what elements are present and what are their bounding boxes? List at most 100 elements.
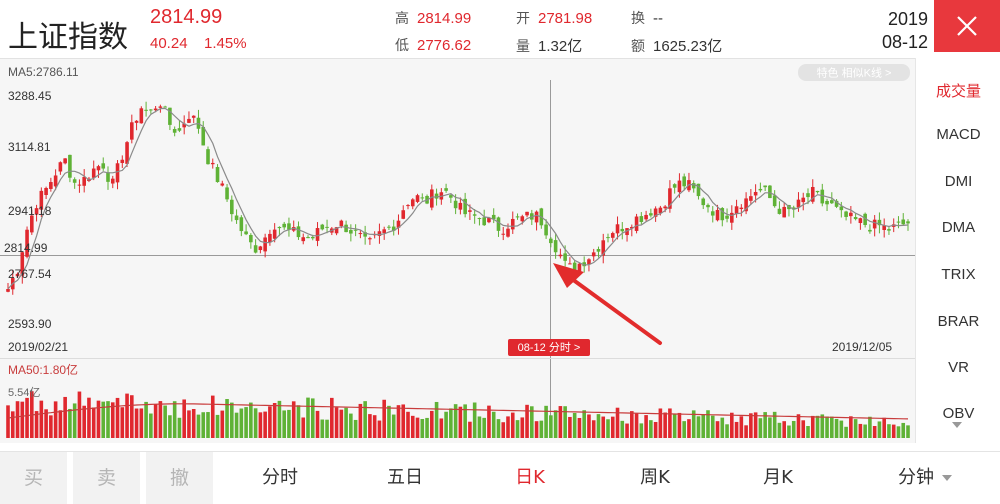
- volume-bar: [734, 421, 739, 438]
- candle-body: [844, 211, 848, 217]
- candle-body: [691, 183, 696, 189]
- candle-body: [758, 188, 763, 191]
- volume-bar: [510, 412, 515, 438]
- volume-bar: [515, 420, 520, 438]
- candle-body: [230, 199, 234, 215]
- candle-body: [672, 184, 677, 188]
- indicator-vr[interactable]: VR: [916, 359, 1000, 376]
- candle-body: [825, 200, 829, 205]
- candle-body: [306, 237, 310, 239]
- volume-bar: [853, 419, 858, 438]
- volume-bar: [568, 416, 572, 438]
- candle-body: [325, 226, 329, 228]
- candle-body: [358, 233, 363, 235]
- volume-bar: [110, 402, 115, 438]
- buy-button[interactable]: 买: [0, 452, 67, 504]
- candle-body: [63, 158, 67, 164]
- volume-bar: [872, 425, 877, 438]
- volume-bar: [420, 419, 425, 438]
- volume-bar: [68, 408, 72, 438]
- volume-bar: [10, 411, 15, 438]
- volume-bar: [749, 413, 753, 438]
- candle-body: [53, 175, 58, 187]
- candle-body: [339, 220, 344, 227]
- volume-bar: [82, 405, 86, 438]
- candle-body: [239, 217, 244, 232]
- volume-bar: [449, 408, 453, 438]
- volume-bar: [15, 401, 20, 438]
- volume-bar: [468, 421, 472, 438]
- candle-body: [106, 172, 110, 182]
- volume-bars-layer: [6, 391, 910, 438]
- candle-body: [310, 236, 315, 239]
- sell-button[interactable]: 卖: [73, 452, 140, 504]
- candle-body: [287, 223, 291, 230]
- tab-monthly-k[interactable]: 月K: [718, 452, 838, 504]
- candle-body: [225, 187, 229, 200]
- stat-low: 低 2776.62: [395, 37, 472, 54]
- stat-volume: 量 1.32亿: [516, 38, 583, 55]
- volume-bar: [630, 411, 634, 438]
- candle-body: [434, 193, 439, 199]
- indicator-volume[interactable]: 成交量: [916, 80, 1000, 101]
- candle-body: [249, 235, 253, 243]
- indicator-dma[interactable]: DMA: [916, 219, 1000, 236]
- volume-bar: [239, 408, 244, 438]
- volume-bar: [868, 416, 872, 438]
- volume-bar: [315, 410, 320, 438]
- candle-body: [796, 199, 801, 208]
- volume-bar: [725, 424, 729, 438]
- candle-body: [444, 188, 448, 191]
- volume-bar: [415, 417, 420, 438]
- kline-svg: MA5:2786.11 3288.45 3114.81 2941.18 2814…: [0, 58, 915, 438]
- candle-body: [91, 168, 96, 178]
- candle-body: [801, 197, 806, 203]
- volume-bar: [482, 417, 486, 438]
- candle-body: [253, 245, 258, 253]
- volume-bar: [120, 407, 125, 438]
- volume-bar: [887, 424, 891, 438]
- indicator-brar[interactable]: BRAR: [916, 313, 1000, 330]
- tab-intraday[interactable]: 分时: [220, 452, 340, 504]
- volume-bar: [606, 419, 610, 438]
- indicator-dmi[interactable]: DMI: [916, 173, 1000, 190]
- candle-body: [782, 206, 786, 218]
- candle-body: [634, 216, 639, 231]
- volume-bar: [291, 401, 296, 438]
- tab-five-day[interactable]: 五日: [345, 452, 465, 504]
- volume-bar: [363, 401, 367, 438]
- tab-weekly-k[interactable]: 周K: [595, 452, 715, 504]
- volume-bar: [282, 410, 286, 438]
- menu-more-arrow-icon[interactable]: [952, 422, 962, 428]
- volume-bar: [234, 412, 239, 438]
- volume-bar: [644, 415, 648, 438]
- candle-body: [368, 238, 372, 240]
- indicator-trix[interactable]: TRIX: [916, 266, 1000, 283]
- candle-body: [896, 221, 901, 223]
- candle-body: [806, 193, 810, 198]
- volume-bar: [339, 409, 344, 438]
- volume-bar: [439, 418, 444, 438]
- candle-body: [525, 211, 529, 216]
- candle-body: [777, 208, 782, 214]
- cancel-order-button[interactable]: 撤: [146, 452, 213, 504]
- volume-bar: [115, 397, 120, 438]
- volume-bar: [625, 423, 629, 438]
- kline-chart[interactable]: MA5:2786.11 3288.45 3114.81 2941.18 2814…: [0, 58, 915, 443]
- candle-body: [506, 228, 510, 237]
- tab-minute[interactable]: 分钟: [870, 452, 980, 504]
- indicator-macd[interactable]: MACD: [916, 126, 1000, 143]
- volume-bar: [130, 395, 134, 438]
- candle-body: [563, 253, 567, 261]
- tab-daily-k[interactable]: 日K: [470, 452, 590, 504]
- candle-body: [715, 209, 720, 221]
- indicator-obv[interactable]: OBV: [916, 405, 1000, 422]
- volume-bar: [253, 408, 258, 438]
- candle-body: [415, 195, 420, 202]
- volume-bar: [425, 417, 429, 438]
- candle-body: [558, 254, 563, 257]
- candle-body: [163, 106, 167, 108]
- volume-bar: [634, 413, 639, 438]
- close-button[interactable]: [934, 0, 1000, 52]
- candle-body: [568, 263, 572, 265]
